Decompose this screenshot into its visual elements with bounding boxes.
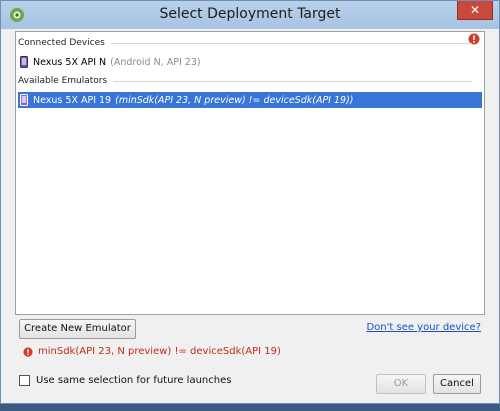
emulator-name: Nexus 5X API 19 bbox=[33, 94, 112, 106]
ok-button[interactable]: OK bbox=[376, 374, 426, 394]
dont-see-device-link[interactable]: Don't see your device? bbox=[366, 322, 481, 333]
emulator-compat-note: (minSdk(API 23, N preview) != deviceSdk(… bbox=[115, 94, 354, 106]
title-bar[interactable]: Select Deployment Target ✕ bbox=[1, 1, 499, 29]
device-list[interactable]: Connected Devices Nexus 5X API N (Androi… bbox=[15, 31, 485, 315]
cancel-button[interactable]: Cancel bbox=[433, 374, 481, 394]
same-selection-checkbox[interactable] bbox=[19, 375, 30, 386]
dialog-title: Select Deployment Target bbox=[159, 6, 341, 22]
emulator-row[interactable]: Nexus 5X API 19 (minSdk(API 23, N previe… bbox=[18, 92, 482, 108]
device-detail: (Android N, API 23) bbox=[110, 56, 201, 68]
close-button[interactable]: ✕ bbox=[457, 1, 493, 20]
available-emulators-header: Available Emulators bbox=[18, 76, 472, 86]
section-divider bbox=[110, 42, 472, 44]
section-divider bbox=[113, 80, 472, 82]
phone-icon bbox=[20, 94, 28, 106]
error-message: minSdk(API 23, N preview) != deviceSdk(A… bbox=[23, 346, 281, 357]
same-selection-option[interactable]: Use same selection for future launches bbox=[19, 375, 231, 386]
create-new-emulator-button[interactable]: Create New Emulator bbox=[19, 319, 136, 339]
error-icon bbox=[23, 346, 33, 357]
available-emulators-label: Available Emulators bbox=[18, 76, 108, 86]
device-row[interactable]: Nexus 5X API N (Android N, API 23) bbox=[18, 54, 482, 70]
background-strip bbox=[0, 404, 500, 411]
device-name: Nexus 5X API N bbox=[33, 56, 107, 68]
phone-icon bbox=[20, 56, 28, 68]
error-text: minSdk(API 23, N preview) != deviceSdk(A… bbox=[38, 346, 281, 357]
connected-devices-header: Connected Devices bbox=[18, 38, 472, 48]
same-selection-label: Use same selection for future launches bbox=[36, 375, 232, 386]
connected-devices-label: Connected Devices bbox=[18, 38, 105, 48]
select-deployment-target-dialog: Select Deployment Target ✕ Connected Dev… bbox=[0, 0, 500, 404]
